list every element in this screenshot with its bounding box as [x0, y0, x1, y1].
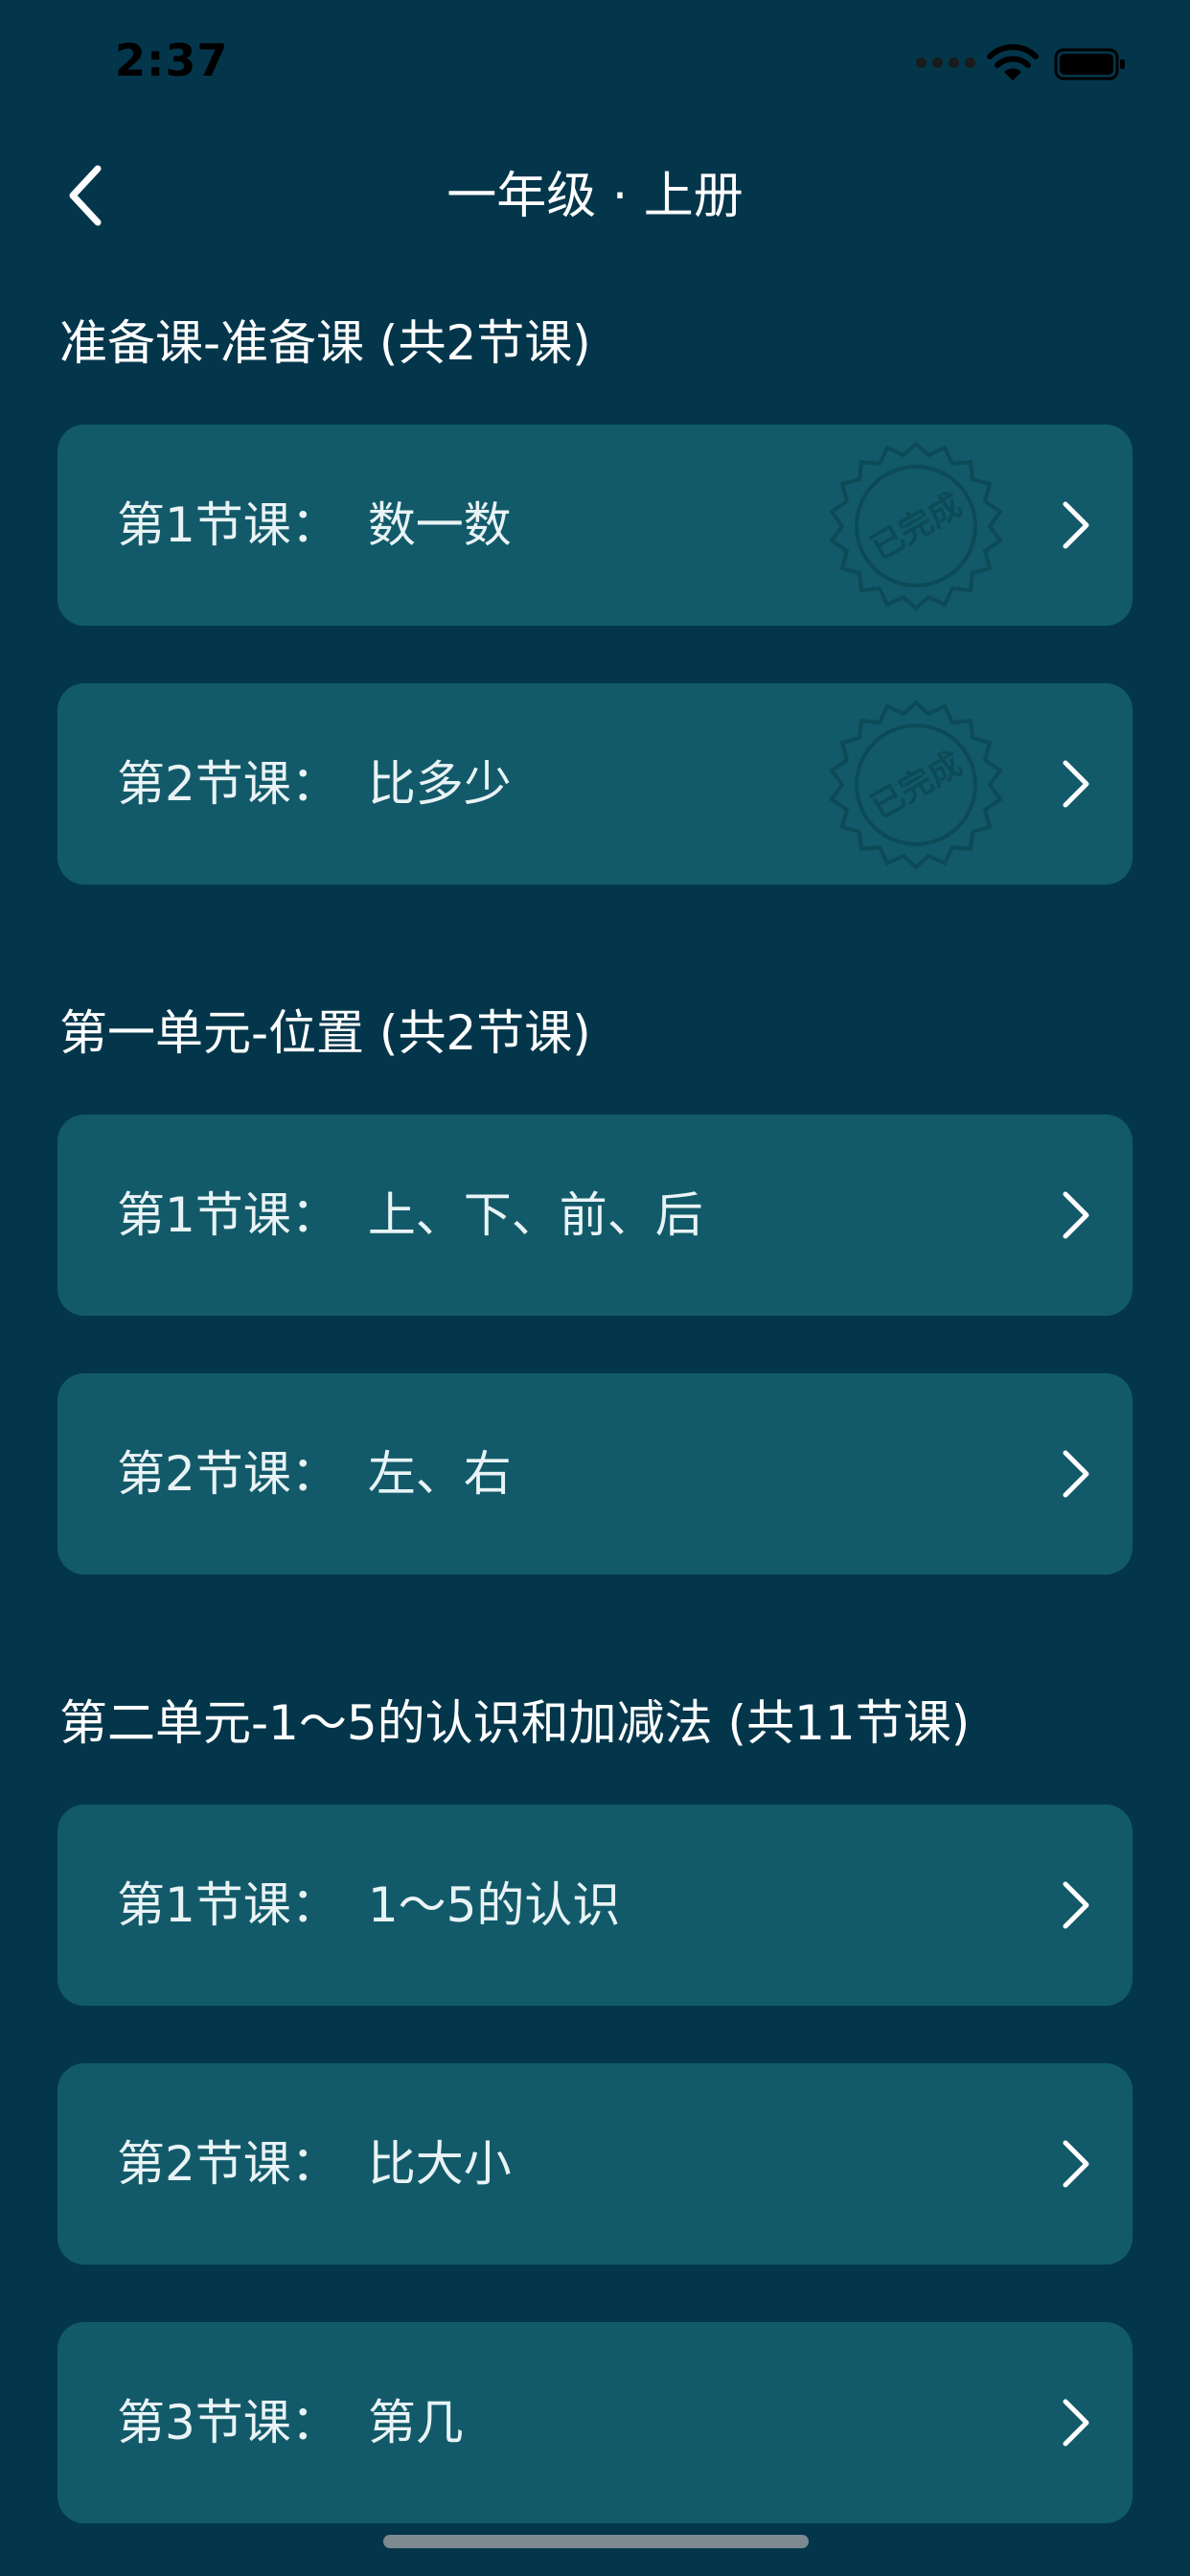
lesson-card[interactable]: 第1节课： 1～5的认识 [57, 1805, 1133, 2006]
stamp-text: 已完成 [864, 745, 968, 827]
chevron-right-icon [1063, 2140, 1089, 2188]
chevron-right-icon [1063, 2399, 1089, 2447]
battery-icon [1054, 48, 1125, 80]
completed-stamp-icon: 已完成 [829, 441, 1003, 611]
lesson-label: 第2节课： 比大小 [117, 2136, 512, 2192]
lesson-label: 第1节课： 上、下、前、后 [117, 1187, 703, 1243]
lesson-card[interactable]: 已完成 第2节课： 比多少 [57, 683, 1133, 885]
lesson-label: 第1节课： 数一数 [117, 497, 512, 553]
lesson-card[interactable]: 第3节课： 第几 [57, 2322, 1133, 2523]
section-header-unit-1: 第一单元-位置 (共2节课) [59, 1005, 591, 1061]
home-indicator[interactable] [383, 2535, 809, 2548]
status-bar: 2:37 [0, 0, 1190, 126]
lesson-label: 第2节课： 左、右 [117, 1446, 512, 1502]
lesson-label: 第1节课： 1～5的认识 [117, 1877, 621, 1933]
lesson-list-screen: 2:37 一年级 · 上册 准备课-准备课 (共2节课) 已完成 第1节课： 数… [0, 0, 1190, 2576]
chevron-right-icon [1063, 1450, 1089, 1498]
chevron-right-icon [1063, 1881, 1089, 1929]
page-title: 一年级 · 上册 [446, 168, 744, 225]
lesson-label: 第2节课： 比多少 [117, 756, 512, 812]
chevron-right-icon [1063, 501, 1089, 549]
signal-icon [916, 58, 975, 71]
wifi-icon [987, 44, 1039, 80]
lesson-label: 第3节课： 第几 [117, 2395, 464, 2450]
completed-stamp-icon: 已完成 [829, 700, 1003, 870]
lesson-card[interactable]: 已完成 第1节课： 数一数 [57, 425, 1133, 626]
navigation-bar: 一年级 · 上册 [0, 126, 1190, 259]
chevron-right-icon [1063, 1191, 1089, 1239]
chevron-right-icon [1063, 760, 1089, 808]
section-header-preparation: 准备课-准备课 (共2节课) [59, 315, 591, 371]
status-time: 2:37 [115, 34, 229, 86]
stamp-text: 已完成 [864, 486, 968, 568]
lesson-card[interactable]: 第2节课： 比大小 [57, 2063, 1133, 2265]
section-header-unit-2: 第二单元-1～5的认识和加减法 (共11节课) [59, 1695, 971, 1751]
lesson-card[interactable]: 第1节课： 上、下、前、后 [57, 1115, 1133, 1316]
lesson-card[interactable]: 第2节课： 左、右 [57, 1373, 1133, 1575]
